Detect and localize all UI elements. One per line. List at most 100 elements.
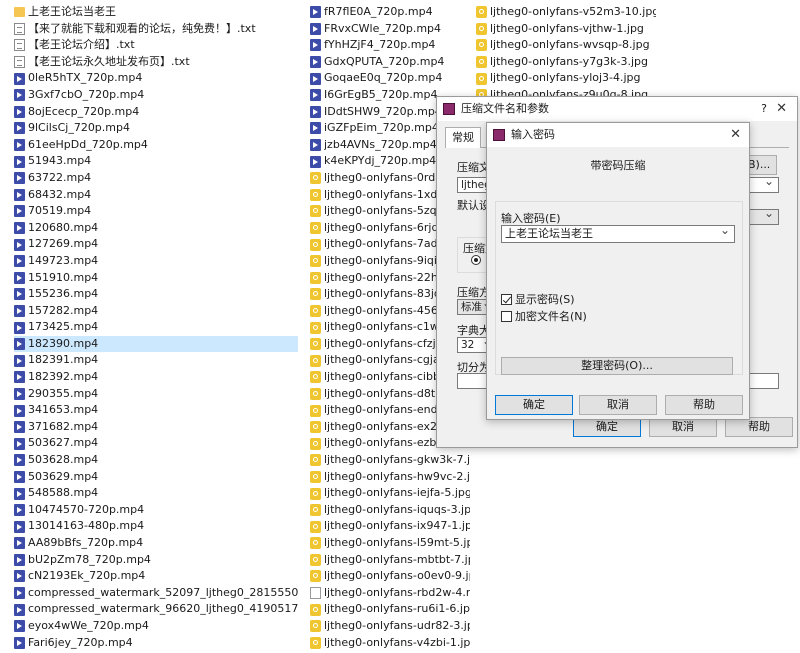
file-item[interactable]: 149723.mp4 [14,253,298,270]
mp4-file-icon [14,437,25,450]
archive-cancel-button[interactable]: 取消 [649,417,717,437]
file-item[interactable]: 【老王论坛永久地址发布页】.txt [14,54,298,71]
file-name: IDdtSHW9_720p.mp4 [324,104,442,118]
file-item[interactable]: ljtheg0-onlyfans-yloj3-4.jpg [476,70,656,87]
file-item[interactable]: 182391.mp4 [14,352,298,369]
archive-dialog-titlebar[interactable]: 压缩文件名和参数 ? ✕ [437,97,797,121]
file-item[interactable]: 341653.mp4 [14,402,298,419]
file-item[interactable]: 157282.mp4 [14,303,298,320]
mp4-file-icon [14,387,25,400]
file-item[interactable]: 13014163-480p.mp4 [14,518,298,535]
file-item[interactable]: 503629.mp4 [14,469,298,486]
txt-file-icon [14,39,25,52]
show-password-check[interactable] [501,293,512,305]
file-item[interactable]: ljtheg0-onlyfans-rbd2w-4.m4v [310,585,470,602]
file-item[interactable]: 9lCilsCj_720p.mp4 [14,120,298,137]
file-item[interactable]: fYhHZjF4_720p.mp4 [310,37,470,54]
mp4-file-icon [14,139,25,152]
file-item[interactable]: 68432.mp4 [14,187,298,204]
file-item[interactable]: 61eeHpDd_720p.mp4 [14,137,298,154]
file-item[interactable]: compressed_watermark_96620_ljtheg0_41905… [14,601,298,618]
show-password-checkbox[interactable]: 显示密码(S) [501,291,575,307]
file-item[interactable]: 503628.mp4 [14,452,298,469]
file-item[interactable]: ljtheg0-onlyfans-o0ev0-9.jpg [310,568,470,585]
file-item[interactable]: ljtheg0-onlyfans-hw9vc-2.jpg [310,469,470,486]
mp4-file-icon [310,39,321,52]
file-item[interactable]: ljtheg0-onlyfans-iejfa-5.jpg [310,485,470,502]
file-item[interactable]: AA89bBfs_720p.mp4 [14,535,298,552]
file-item[interactable]: FRvxCWle_720p.mp4 [310,21,470,38]
file-item[interactable]: 182390.mp4 [14,335,298,353]
file-item[interactable]: 127269.mp4 [14,236,298,253]
file-item[interactable]: ljtheg0-onlyfans-gkw3k-7.jpg [310,452,470,469]
file-item[interactable]: Fari6jey_720p.mp4 [14,635,298,652]
password-cancel-button[interactable]: 取消 [579,395,657,415]
file-item[interactable]: ljtheg0-onlyfans-udr82-3.jpg [310,618,470,635]
encrypt-filenames-check[interactable] [501,310,512,322]
file-item[interactable]: 173425.mp4 [14,319,298,336]
mp4-file-icon [14,122,25,135]
file-item[interactable]: ljtheg0-onlyfans-mbtbt-7.jpg [310,552,470,569]
encrypt-filenames-checkbox[interactable]: 加密文件名(N) [501,308,587,324]
file-name: 173425.mp4 [28,320,99,334]
file-item[interactable]: GdxQPUTA_720p.mp4 [310,54,470,71]
file-item[interactable]: 155236.mp4 [14,286,298,303]
archive-ok-button[interactable]: 确定 [573,417,641,437]
file-name: bU2pZm78_720p.mp4 [28,552,151,566]
file-item[interactable]: cN2193Ek_720p.mp4 [14,568,298,585]
file-item[interactable]: 70519.mp4 [14,203,298,220]
file-item[interactable]: ljtheg0-onlyfans-y7g3k-3.jpg [476,54,656,71]
file-item[interactable]: 8ojEcecp_720p.mp4 [14,104,298,121]
password-dialog-titlebar[interactable]: 输入密码 ✕ [487,123,749,147]
close-icon[interactable]: ✕ [776,97,787,121]
jpg-file-icon [310,454,321,467]
file-name: ljtheg0-onlyfans-ix947-1.jpg [324,519,470,533]
file-name: ljtheg0-onlyfans-mbtbt-7.jpg [324,552,470,566]
file-item[interactable]: 503627.mp4 [14,435,298,452]
file-name: 341653.mp4 [28,403,99,417]
file-item[interactable]: ljtheg0-onlyfans-wvsqp-8.jpg [476,37,656,54]
file-item[interactable]: 3Gxf7cbO_720p.mp4 [14,87,298,104]
help-icon[interactable]: ? [761,97,767,121]
folder-file-icon [14,7,25,18]
file-item[interactable]: ljtheg0-onlyfans-v52m3-10.jpg [476,4,656,21]
password-dialog-heading: 带密码压缩 [590,159,646,172]
file-item[interactable]: 548588.mp4 [14,485,298,502]
file-item[interactable]: fR7flE0A_720p.mp4 [310,4,470,21]
file-item[interactable]: ljtheg0-onlyfans-vjthw-1.jpg [476,21,656,38]
file-item[interactable]: ljtheg0-onlyfans-iquqs-3.jpg [310,502,470,519]
file-item[interactable]: ljtheg0-onlyfans-ru6i1-6.jpg [310,601,470,618]
file-item[interactable]: GoqaeE0q_720p.mp4 [310,70,470,87]
mp4-file-icon [14,105,25,118]
file-item[interactable]: 63722.mp4 [14,170,298,187]
password-dialog: 输入密码 ✕ 带密码压缩 输入密码(E) 上老王论坛当老王 显示密码(S) 加密… [486,122,750,420]
file-item[interactable]: 151910.mp4 [14,270,298,287]
file-item[interactable]: 0leR5hTX_720p.mp4 [14,70,298,87]
mp4-file-icon [14,155,25,168]
file-item[interactable]: compressed_watermark_52097_ljtheg0_28155… [14,585,298,602]
organize-passwords-button[interactable]: 整理密码(O)... [501,357,733,375]
archive-help-button[interactable]: 帮助 [725,417,793,437]
file-item[interactable]: bU2pZm78_720p.mp4 [14,552,298,569]
file-item[interactable]: 【老王论坛介绍】.txt [14,37,298,54]
password-ok-button[interactable]: 确定 [495,395,573,415]
file-item[interactable]: 290355.mp4 [14,386,298,403]
file-item[interactable]: 51943.mp4 [14,153,298,170]
file-item[interactable]: ljtheg0-onlyfans-v4zbi-1.jpg [310,635,470,652]
mp4-file-icon [310,89,321,102]
password-input[interactable]: 上老王论坛当老王 [501,225,735,243]
file-item[interactable]: 10474570-720p.mp4 [14,502,298,519]
jpg-file-icon [476,39,487,52]
tab-general[interactable]: 常规 [445,127,481,148]
file-item[interactable]: 182392.mp4 [14,369,298,386]
file-item[interactable]: ljtheg0-onlyfans-ix947-1.jpg [310,518,470,535]
file-item[interactable]: 【来了就能下载和观看的论坛，纯免费！】.txt [14,21,298,38]
password-help-button[interactable]: 帮助 [665,395,743,415]
file-item[interactable]: 120680.mp4 [14,220,298,237]
file-item[interactable]: eyox4wWe_720p.mp4 [14,618,298,635]
file-item[interactable]: ljtheg0-onlyfans-l59mt-5.jpg [310,535,470,552]
file-item[interactable]: 上老王论坛当老王 [14,4,298,21]
close-icon[interactable]: ✕ [730,123,741,147]
file-item[interactable]: 371682.mp4 [14,419,298,436]
format-radio[interactable] [471,255,481,265]
